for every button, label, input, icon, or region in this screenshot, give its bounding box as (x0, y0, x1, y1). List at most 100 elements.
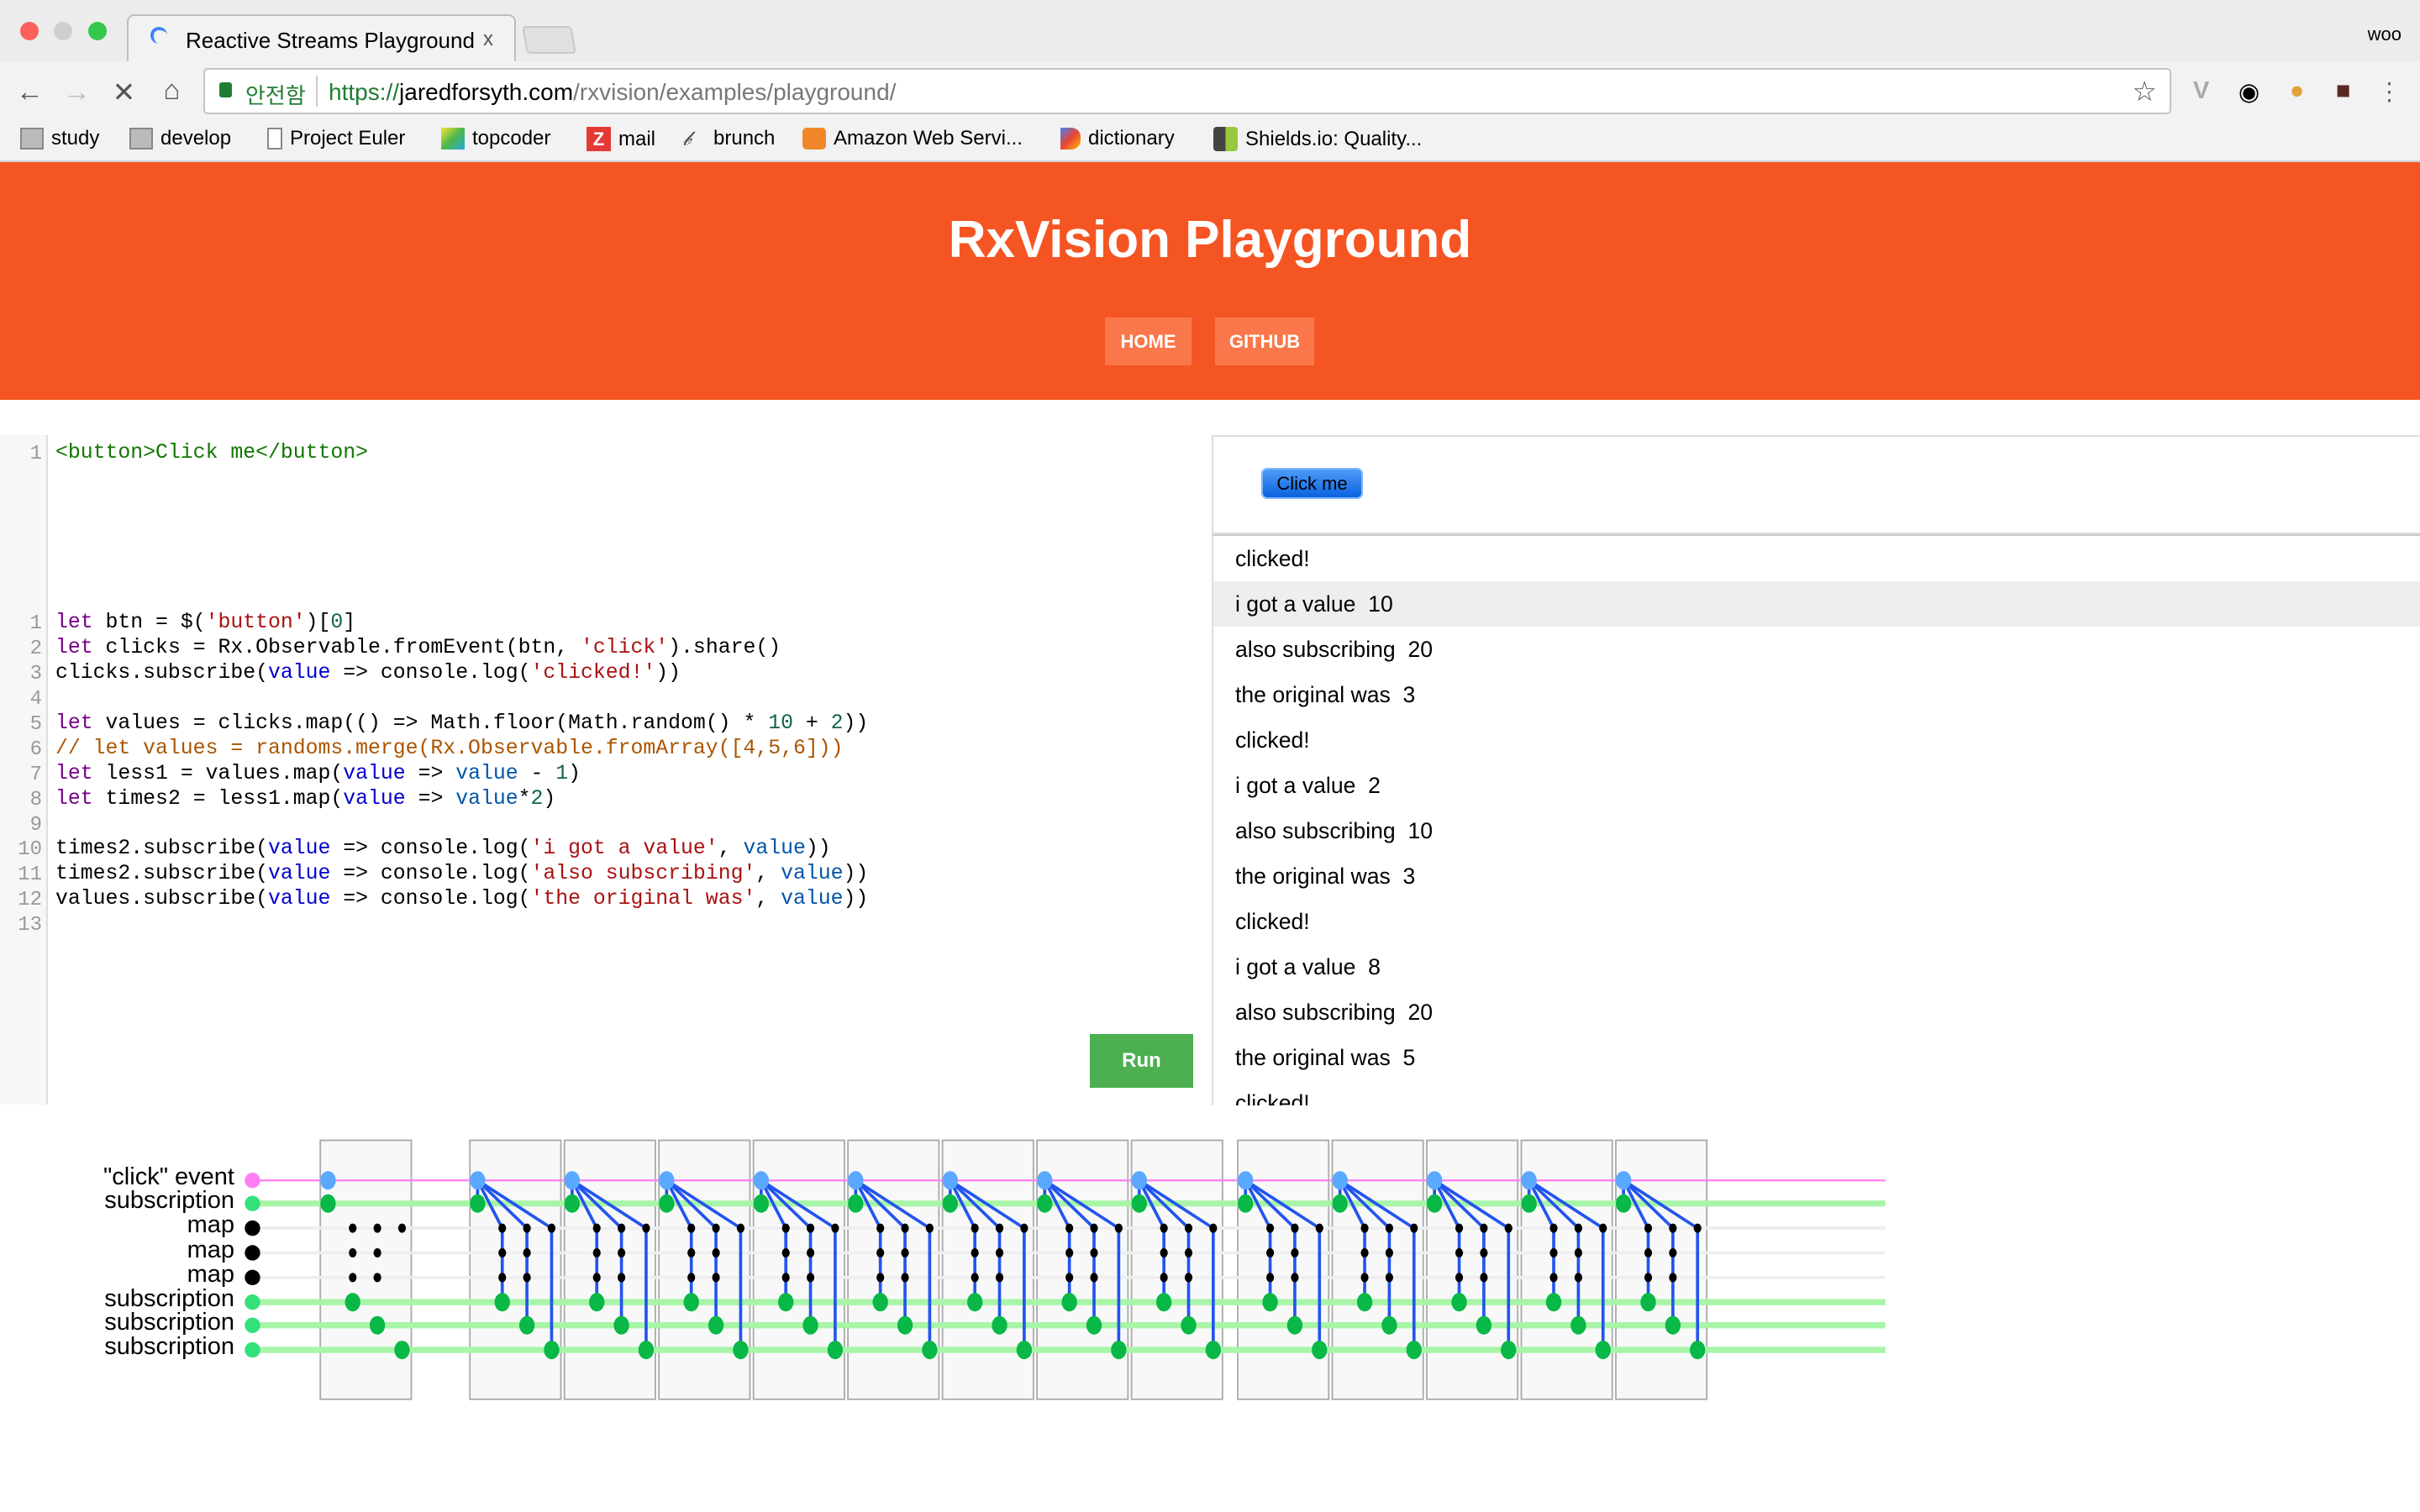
map-dot (1291, 1273, 1299, 1283)
minimize-window-button[interactable] (54, 22, 72, 40)
bookmark-brunch[interactable]: 𝒷 brunch (682, 127, 775, 150)
map-dot (687, 1273, 696, 1283)
bookmark-dictionary[interactable]: dictionary (1060, 127, 1175, 150)
bookmark-develop[interactable]: develop (129, 127, 231, 150)
map-dot (1160, 1247, 1168, 1257)
map-dot (995, 1247, 1004, 1257)
map-dot (736, 1223, 745, 1233)
dictionary-icon (1060, 128, 1081, 150)
mask-extension-icon[interactable]: ■ (2328, 77, 2359, 105)
zoom-window-button[interactable] (88, 22, 107, 40)
subscription-dot (1521, 1194, 1537, 1213)
js-code-line[interactable]: times2.subscribe(value => console.log('a… (55, 862, 868, 885)
subscription-dot (1155, 1293, 1172, 1312)
new-tab-button[interactable] (522, 26, 576, 54)
map-dot (687, 1223, 696, 1233)
tab-close-button[interactable]: x (483, 28, 493, 51)
click-me-button[interactable]: Click me (1261, 468, 1363, 499)
map-dot (687, 1247, 696, 1257)
menu-icon[interactable]: ⋮ (2374, 77, 2405, 107)
page-header (0, 162, 2420, 400)
map-dot (1644, 1273, 1653, 1283)
console-log[interactable]: clicked! i got a value 10 also subscribing… (1212, 534, 2420, 1105)
cookie-extension-icon[interactable]: ● (2281, 77, 2312, 105)
subscription-dot (1356, 1293, 1373, 1312)
js-code-line[interactable]: let times2 = less1.map(value => value*2) (55, 787, 555, 811)
js-code-line[interactable]: let values = clicks.map(() => Math.floor… (55, 711, 868, 735)
row-marker-dot (245, 1294, 260, 1310)
map-dot (1090, 1223, 1098, 1233)
js-code-line[interactable]: let clicks = Rx.Observable.fromEvent(btn… (55, 636, 781, 659)
subscription-dot (1238, 1194, 1254, 1213)
map-dot (373, 1273, 381, 1283)
fire-extension-icon[interactable]: ◉ (2233, 77, 2265, 107)
log-entry: clicked! (1235, 546, 1310, 571)
subscription-dot (613, 1315, 629, 1335)
log-entry: i got a value 10 (1213, 581, 2420, 627)
bookmark-project-euler[interactable]: Project Euler (267, 127, 405, 150)
back-icon[interactable]: ← (14, 76, 45, 108)
js-code-line[interactable]: times2.subscribe(value => console.log('i… (55, 837, 831, 860)
url-path: /rxvision/examples/playground/ (573, 79, 897, 105)
html-code-line[interactable]: <button>Click me</button> (55, 441, 368, 465)
subscription-dot (1262, 1293, 1278, 1312)
map-dot (1480, 1273, 1488, 1283)
loading-spinner-icon (150, 27, 167, 44)
bookmarks-bar: study develop Project Euler topcoder Zma… (0, 123, 2420, 162)
subscription-dot (778, 1293, 794, 1312)
map-dot (1360, 1223, 1369, 1233)
vue-devtools-icon[interactable]: V (2186, 77, 2217, 105)
subscription-dot (922, 1341, 938, 1360)
bookmark-shields[interactable]: Shields.io: Quality... (1213, 127, 1422, 151)
map-dot (712, 1223, 720, 1233)
bookmark-label: topcoder (472, 127, 551, 150)
home-icon[interactable]: ⌂ (156, 74, 187, 106)
js-code-line[interactable]: clicks.subscribe(value => console.log('c… (55, 661, 681, 685)
subscription-dot (1690, 1341, 1706, 1360)
js-code-line[interactable]: values.subscribe(value => console.log('t… (55, 887, 868, 911)
stop-icon[interactable]: ✕ (108, 76, 139, 108)
map-dot (1291, 1223, 1299, 1233)
line-number: 13 (18, 914, 42, 937)
map-dot (349, 1273, 357, 1283)
profile-name[interactable]: woo (2368, 24, 2402, 45)
close-window-button[interactable] (20, 22, 39, 40)
home-button[interactable]: HOME (1105, 318, 1192, 365)
address-bar[interactable]: 안전함 https://jaredforsyth.com/rxvision/ex… (203, 68, 2171, 114)
github-button[interactable]: GITHUB (1215, 318, 1314, 365)
bookmark-topcoder[interactable]: topcoder (441, 127, 550, 150)
subscription-dot (494, 1293, 510, 1312)
run-button[interactable]: Run (1090, 1034, 1193, 1088)
forward-icon[interactable]: → (61, 76, 92, 108)
security-label: 안전함 (245, 83, 306, 108)
bookmark-study[interactable]: study (20, 127, 99, 150)
js-code-line[interactable]: let btn = $('button')[0] (55, 611, 355, 634)
map-dot (1184, 1223, 1193, 1233)
map-dot (498, 1247, 507, 1257)
line-number: 6 (29, 738, 42, 761)
js-code-line[interactable]: // let values = randoms.merge(Rx.Observa… (55, 737, 843, 760)
click-event-dot (1131, 1171, 1147, 1190)
subscription-dot (638, 1341, 655, 1360)
map-dot (1480, 1223, 1488, 1233)
log-entry: i got a value 2 (1235, 773, 1381, 798)
map-dot (806, 1273, 815, 1283)
line-number: 12 (18, 889, 42, 912)
subscription-dot (1406, 1341, 1422, 1360)
url-text[interactable]: https://jaredforsyth.com/rxvision/exampl… (329, 79, 896, 106)
map-dot (781, 1247, 790, 1257)
map-dot (1184, 1247, 1193, 1257)
subscription-dot (1312, 1341, 1328, 1360)
js-code-line[interactable]: let less1 = values.map(value => value - … (55, 762, 581, 785)
bookmark-star-icon[interactable]: ☆ (2132, 75, 2157, 108)
map-dot (523, 1247, 531, 1257)
map-dot (1549, 1223, 1558, 1233)
browser-tab[interactable]: Reactive Streams Playground x (127, 14, 516, 62)
map-dot (1385, 1247, 1393, 1257)
log-entry: clicked! (1235, 909, 1310, 934)
click-event-dot (659, 1171, 675, 1190)
bookmark-aws[interactable]: Amazon Web Servi... (802, 127, 1023, 150)
log-entry: clicked! (1235, 727, 1310, 753)
subscription-dot (1381, 1315, 1397, 1335)
bookmark-mail[interactable]: Zmail (587, 127, 655, 151)
